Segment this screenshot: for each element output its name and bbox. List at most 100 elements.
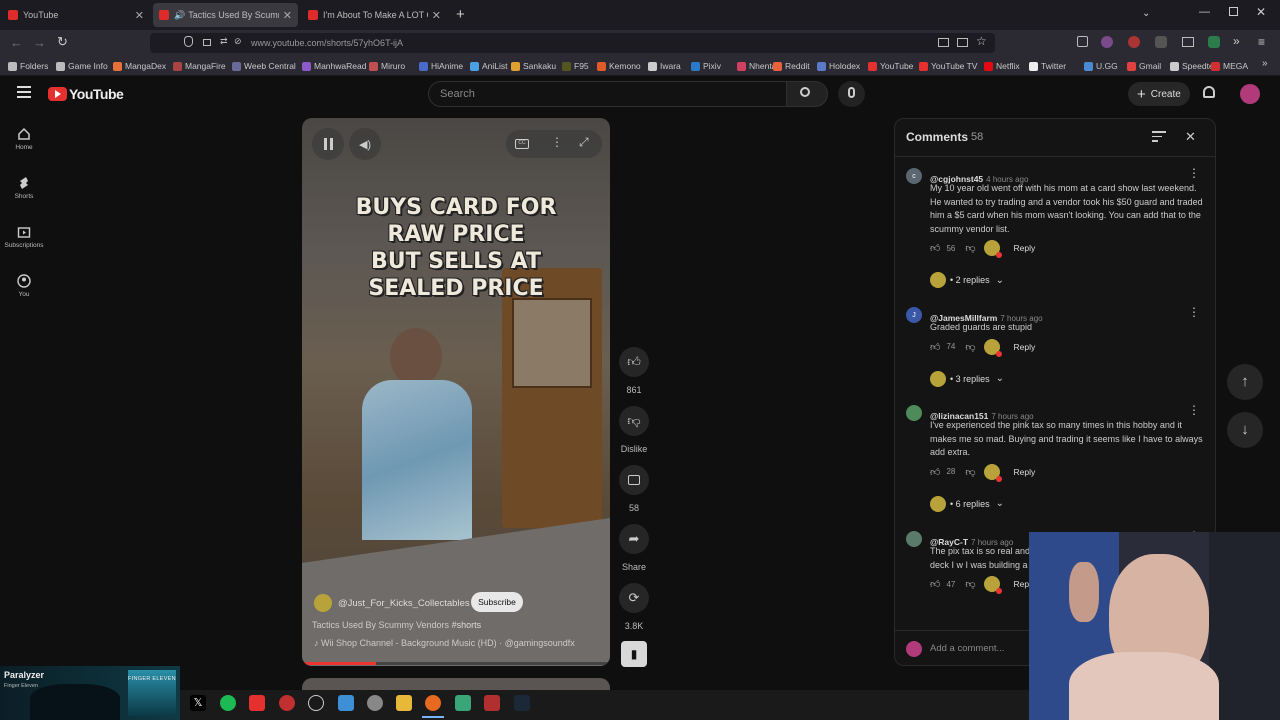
pause-button[interactable] <box>312 128 344 160</box>
permissions-icon[interactable]: ⇄ <box>220 36 228 47</box>
app-icon[interactable] <box>455 695 471 711</box>
bookmark-item[interactable]: MangaDex <box>113 58 166 74</box>
like-button[interactable]: 👍︎ 861 <box>619 347 649 395</box>
subscribe-button[interactable]: Subscribe <box>471 592 523 612</box>
new-tab-button[interactable]: + <box>456 6 465 23</box>
thumbs-down-icon[interactable]: 👎︎ <box>965 466 975 478</box>
bookmark-item[interactable]: Pixiv <box>691 58 721 74</box>
app-menu-icon[interactable]: ≡ <box>1258 35 1265 49</box>
music-line[interactable]: ♪ Wii Shop Channel - Background Music (H… <box>314 638 575 648</box>
sidebar-item-shorts[interactable]: Shorts <box>0 176 48 200</box>
extension-icon[interactable] <box>1182 37 1194 47</box>
comment-menu-icon[interactable]: ⋮ <box>1188 403 1200 417</box>
bookmark-item[interactable]: ManhwaRead <box>302 58 366 74</box>
add-comment-input[interactable]: Add a comment... <box>930 643 1004 654</box>
search-input[interactable] <box>428 81 787 107</box>
extension-icon[interactable] <box>1077 36 1088 47</box>
commenter-avatar[interactable] <box>906 531 922 547</box>
app-icon[interactable] <box>279 695 295 711</box>
comment-menu-icon[interactable]: ⋮ <box>1188 166 1200 180</box>
extension-icon[interactable] <box>1208 36 1220 48</box>
sidebar-item-you[interactable]: You <box>0 274 48 298</box>
reader-view-icon[interactable] <box>957 38 968 47</box>
lock-icon[interactable] <box>203 39 211 46</box>
thumbs-up-icon[interactable]: 👍︎ <box>930 466 940 478</box>
thumbs-down-icon[interactable]: 👎︎ <box>965 578 975 590</box>
maximize-button[interactable] <box>1229 7 1238 16</box>
commenter-avatar[interactable] <box>906 405 922 421</box>
app-icon[interactable] <box>484 695 500 711</box>
extension-icon[interactable] <box>1155 36 1167 48</box>
more-tools-chevron-icon[interactable]: » <box>1233 34 1240 48</box>
previous-short-button[interactable]: ↑ <box>1227 364 1263 400</box>
captions-icon[interactable]: CC <box>515 139 529 149</box>
media-player-icon[interactable] <box>308 695 324 711</box>
sort-icon[interactable] <box>1152 131 1166 142</box>
thumbs-up-icon[interactable]: 👍︎ <box>930 578 940 590</box>
reload-icon[interactable]: ↻ <box>57 34 68 50</box>
file-explorer-icon[interactable] <box>396 695 412 711</box>
view-replies-button[interactable]: • 6 replies ⌄ <box>930 495 1004 512</box>
volume-button[interactable]: ◀) <box>349 128 381 160</box>
more-options-icon[interactable]: ⋮ <box>551 135 563 149</box>
tab-list-chevron-icon[interactable]: ⌄ <box>1142 8 1150 19</box>
sidebar-item-home[interactable]: Home <box>0 127 48 151</box>
bookmark-item[interactable]: Netflix <box>984 58 1020 74</box>
bookmark-item[interactable]: YouTube <box>868 58 913 74</box>
youtube-logo-icon[interactable] <box>48 87 67 101</box>
autoplay-blocked-icon[interactable]: ⊘ <box>234 36 242 47</box>
bookmark-star-icon[interactable]: ☆ <box>976 34 987 48</box>
comment-menu-icon[interactable]: ⋮ <box>1188 305 1200 319</box>
back-arrow-icon[interactable]: ← <box>10 35 23 50</box>
steam-icon[interactable] <box>514 695 530 711</box>
thumbs-up-icon[interactable]: 👍︎ <box>930 242 940 254</box>
bookmark-item[interactable]: Miruro <box>369 58 405 74</box>
bookmark-item[interactable]: HiAnime <box>419 58 463 74</box>
sidebar-item-subscriptions[interactable]: Subscriptions <box>0 225 48 249</box>
extension-icon[interactable] <box>1101 36 1113 48</box>
picture-icon[interactable] <box>938 38 949 47</box>
view-replies-button[interactable]: • 2 replies ⌄ <box>930 272 1004 288</box>
bookmark-item[interactable]: AniList <box>470 58 508 74</box>
fullscreen-icon[interactable]: ⤢ <box>579 135 589 150</box>
avatar[interactable] <box>1240 84 1260 104</box>
spotify-icon[interactable] <box>220 695 236 711</box>
reply-button[interactable]: Reply <box>1014 467 1036 477</box>
progress-track[interactable] <box>302 662 610 665</box>
app-icon[interactable] <box>367 695 383 711</box>
channel-avatar[interactable] <box>314 594 332 612</box>
bookmark-item[interactable]: MangaFire <box>173 58 226 74</box>
reply-button[interactable]: Rep <box>1014 579 1030 589</box>
shorts-video-player[interactable]: BUYS CARD FOR RAW PRICE BUT SELLS AT SEA… <box>302 118 610 666</box>
bookmark-item[interactable]: Weeb Central <box>232 58 296 74</box>
bookmark-item[interactable]: Twitter <box>1029 58 1066 74</box>
reply-button[interactable]: Reply <box>1014 243 1036 253</box>
bookmark-item[interactable]: Reddit <box>773 58 810 74</box>
bookmark-item[interactable]: Holodex <box>817 58 860 74</box>
youtube-logo-text[interactable]: YouTube <box>69 86 124 102</box>
close-comments-icon[interactable]: ✕ <box>1185 129 1196 145</box>
create-button[interactable]: + Create <box>1128 82 1190 106</box>
bookmark-item[interactable]: Gmail <box>1127 58 1161 74</box>
close-tab-icon[interactable]: ✕ <box>283 9 292 22</box>
x-app-icon[interactable]: 𝕏 <box>190 695 206 711</box>
bookmark-item[interactable]: YouTube TV <box>919 58 977 74</box>
bookmark-item[interactable]: Game Info <box>56 58 108 74</box>
tab-youtube[interactable]: YouTube ✕ <box>2 3 150 27</box>
notifications-bell-icon[interactable] <box>1203 86 1215 98</box>
next-short-button[interactable]: ↓ <box>1227 412 1263 448</box>
bookmark-item[interactable]: Kemono <box>597 58 641 74</box>
more-bookmarks-chevron-icon[interactable]: » <box>1262 58 1268 69</box>
bookmark-item[interactable]: F95 <box>562 58 589 74</box>
close-tab-icon[interactable]: ✕ <box>432 9 441 22</box>
reply-button[interactable]: Reply <box>1014 342 1036 352</box>
hashtag-link[interactable]: #shorts <box>452 620 482 630</box>
bookmark-item[interactable]: U.GG <box>1084 58 1118 74</box>
comments-button[interactable]: 58 <box>619 465 649 513</box>
bookmark-item[interactable]: Iwara <box>648 58 681 74</box>
dislike-button[interactable]: 👎︎ Dislike <box>619 406 649 454</box>
video-title[interactable]: Tactics Used By Scummy Vendors #shorts <box>312 620 481 630</box>
thumbs-down-icon[interactable]: 👎︎ <box>965 341 975 353</box>
thumbs-up-icon[interactable]: 👍︎ <box>930 341 940 353</box>
close-window-button[interactable]: ✕ <box>1256 5 1266 19</box>
